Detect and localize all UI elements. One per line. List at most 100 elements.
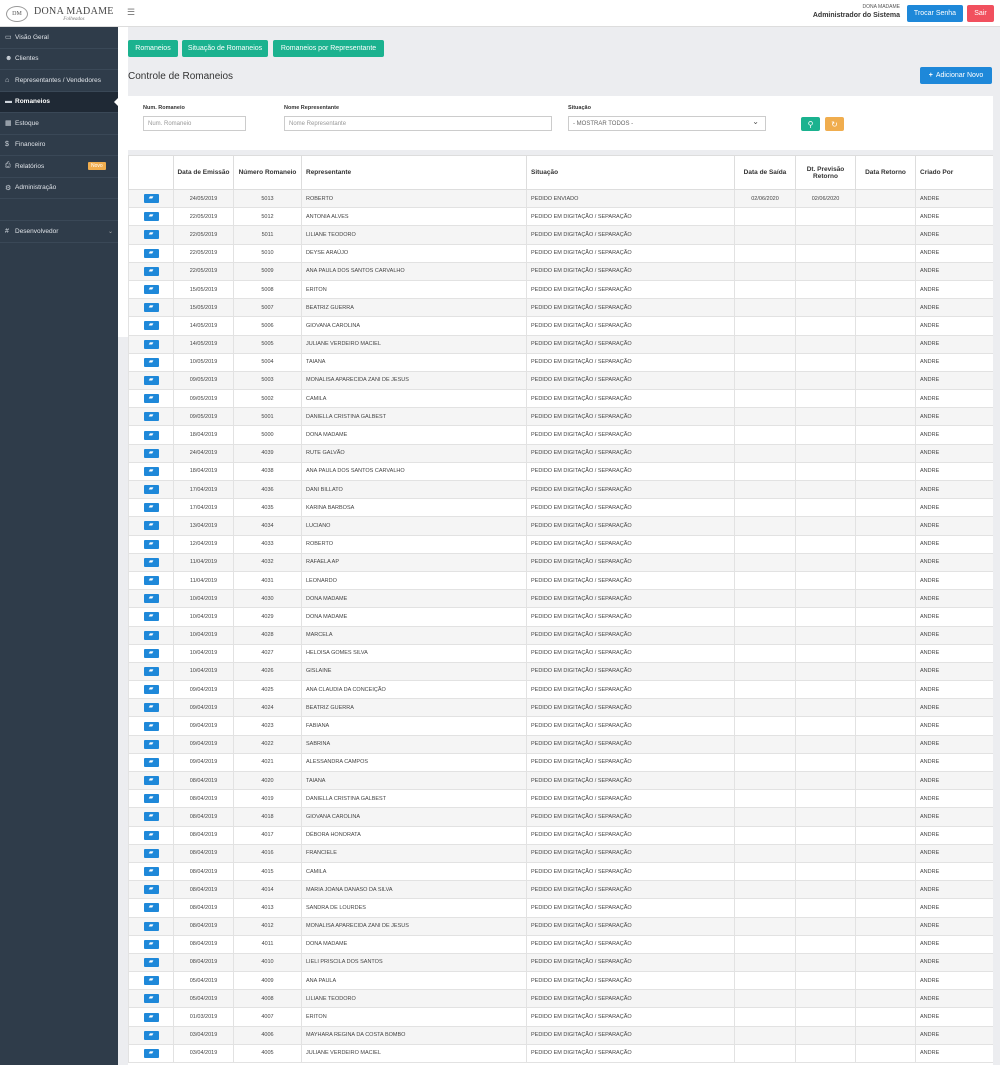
- col-data-emissao[interactable]: Data de Emissão: [173, 155, 234, 190]
- col-numero-romaneio[interactable]: Número Romaneio: [233, 155, 302, 190]
- open-romaneio-button[interactable]: ▰: [143, 1012, 159, 1022]
- open-romaneio-button[interactable]: ▰: [143, 212, 159, 222]
- cell-data-emissao: 09/04/2019: [173, 752, 234, 773]
- cell-data-retorno: [855, 698, 916, 718]
- open-romaneio-button[interactable]: ▰: [143, 612, 159, 622]
- open-romaneio-button[interactable]: ▰: [143, 557, 159, 567]
- col-criado-por[interactable]: Criado Por: [915, 155, 993, 190]
- table-row: ▰ 08/04/2019 4014 MARIA JOANA DANASO DA SIL…: [128, 880, 993, 900]
- open-romaneio-button[interactable]: ▰: [143, 448, 159, 458]
- table-row: ▰ 24/04/2019 4039 RUTE GALVÃO PEDIDO EM DIGI…: [128, 443, 993, 463]
- tab-romaneios[interactable]: Romaneios: [128, 40, 178, 57]
- sidebar-item-administracao[interactable]: ⚙ Administração: [0, 178, 118, 199]
- cell-previsao-retorno: [795, 1043, 856, 1064]
- open-romaneio-button[interactable]: ▰: [143, 867, 159, 877]
- open-romaneio-button[interactable]: ▰: [143, 885, 159, 895]
- cell-previsao-retorno: [795, 934, 856, 954]
- cell-data-retorno: [855, 734, 916, 754]
- sidebar-item-estoque[interactable]: ▦ Estoque: [0, 113, 118, 135]
- open-romaneio-button[interactable]: ▰: [143, 630, 159, 640]
- open-romaneio-button[interactable]: ▰: [143, 1048, 159, 1058]
- open-romaneio-button[interactable]: ▰: [143, 976, 159, 986]
- open-romaneio-button[interactable]: ▰: [143, 539, 159, 549]
- open-romaneio-button[interactable]: ▰: [143, 812, 159, 822]
- col-data-saida[interactable]: Data de Saída: [734, 155, 796, 190]
- open-romaneio-button[interactable]: ▰: [143, 503, 159, 513]
- cell-actions: ▰: [128, 352, 174, 372]
- open-romaneio-button[interactable]: ▰: [143, 321, 159, 331]
- status-select[interactable]: - MOSTRAR TODOS -: [568, 116, 766, 131]
- cell-criado-por: ANDRE: [915, 789, 993, 809]
- search-button[interactable]: ⚲: [801, 117, 820, 131]
- col-representante[interactable]: Representante: [301, 155, 527, 190]
- hamburger-icon[interactable]: ☰: [127, 7, 135, 18]
- refresh-button[interactable]: ↻: [825, 117, 844, 131]
- open-romaneio-button[interactable]: ▰: [143, 994, 159, 1004]
- sidebar-item-clientes[interactable]: ☻ Clientes: [0, 49, 118, 70]
- sidebar-item-desenvolvedor[interactable]: # Desenvolvedor ⌄: [0, 221, 118, 243]
- open-romaneio-button[interactable]: ▰: [143, 230, 159, 240]
- open-romaneio-button[interactable]: ▰: [143, 1030, 159, 1040]
- col-data-retorno[interactable]: Data Retorno: [855, 155, 916, 190]
- tab-situacao-romaneios[interactable]: Situação de Romaneios: [182, 40, 268, 57]
- open-romaneio-button[interactable]: ▰: [143, 375, 159, 385]
- logo[interactable]: DM DONA MADAME Folheados: [0, 0, 118, 27]
- open-romaneio-button[interactable]: ▰: [143, 830, 159, 840]
- cell-situacao: PEDIDO EM DIGITAÇÃO / SEPARAÇÃO: [526, 298, 735, 318]
- rep-name-input[interactable]: Nome Representante: [284, 116, 552, 131]
- open-romaneio-button[interactable]: ▰: [143, 721, 159, 731]
- open-romaneio-button[interactable]: ▰: [143, 339, 159, 349]
- open-romaneio-button[interactable]: ▰: [143, 357, 159, 367]
- cell-actions: ▰: [128, 1007, 174, 1027]
- open-romaneio-button[interactable]: ▰: [143, 466, 159, 476]
- open-romaneio-button[interactable]: ▰: [143, 412, 159, 422]
- cell-previsao-retorno: [795, 334, 856, 354]
- open-romaneio-button[interactable]: ▰: [143, 303, 159, 313]
- open-romaneio-button[interactable]: ▰: [143, 594, 159, 604]
- open-romaneio-button[interactable]: ▰: [143, 666, 159, 676]
- sidebar-item-representantes[interactable]: ⌂ Representantes / Vendedores: [0, 70, 118, 92]
- open-romaneio-button[interactable]: ▰: [143, 285, 159, 295]
- sidebar-item-romaneios[interactable]: ▬ Romaneios: [0, 91, 118, 113]
- open-romaneio-button[interactable]: ▰: [143, 576, 159, 586]
- tab-romaneios-por-representante[interactable]: Romaneios por Representante: [273, 40, 384, 57]
- cell-numero: 4014: [233, 880, 302, 900]
- folder-open-icon: ▰: [148, 1031, 154, 1038]
- open-romaneio-button[interactable]: ▰: [143, 957, 159, 967]
- open-romaneio-button[interactable]: ▰: [143, 485, 159, 495]
- col-situacao[interactable]: Situação: [526, 155, 735, 190]
- open-romaneio-button[interactable]: ▰: [143, 685, 159, 695]
- sidebar-item-relatorios[interactable]: ⎙ Relatórios Novo: [0, 156, 118, 178]
- change-password-button[interactable]: Trocar Senha: [907, 5, 963, 22]
- sidebar-item-visao-geral[interactable]: ▭ Visão Geral: [0, 27, 118, 49]
- open-romaneio-button[interactable]: ▰: [143, 248, 159, 258]
- open-romaneio-button[interactable]: ▰: [143, 921, 159, 931]
- open-romaneio-button[interactable]: ▰: [143, 703, 159, 713]
- num-romaneio-input[interactable]: Num. Romaneio: [143, 116, 246, 131]
- open-romaneio-button[interactable]: ▰: [143, 266, 159, 276]
- logout-button[interactable]: Sair: [967, 5, 994, 22]
- open-romaneio-button[interactable]: ▰: [143, 757, 159, 767]
- cell-data-emissao: 22/05/2019: [173, 243, 234, 263]
- open-romaneio-button[interactable]: ▰: [143, 648, 159, 658]
- open-romaneio-button[interactable]: ▰: [143, 939, 159, 949]
- open-romaneio-button[interactable]: ▰: [143, 394, 159, 404]
- open-romaneio-button[interactable]: ▰: [143, 903, 159, 913]
- open-romaneio-button[interactable]: ▰: [143, 430, 159, 440]
- open-romaneio-button[interactable]: ▰: [143, 194, 159, 204]
- cell-actions: ▰: [128, 661, 174, 682]
- sidebar-item-financeiro[interactable]: $ Financeiro: [0, 135, 118, 156]
- add-new-label: Adicionar Novo: [935, 72, 984, 79]
- cell-numero: 4036: [233, 479, 302, 500]
- open-romaneio-button[interactable]: ▰: [143, 521, 159, 531]
- col-previsao-retorno[interactable]: Dt. Previsão Retorno: [795, 155, 856, 190]
- folder-open-icon: ▰: [148, 322, 154, 329]
- cell-numero: 4033: [233, 534, 302, 554]
- open-romaneio-button[interactable]: ▰: [143, 776, 159, 786]
- open-romaneio-button[interactable]: ▰: [143, 794, 159, 804]
- add-new-button[interactable]: + Adicionar Novo: [920, 67, 992, 84]
- open-romaneio-button[interactable]: ▰: [143, 848, 159, 858]
- table-row: ▰ 22/05/2019 5009 ANA PAULA DOS SANTOS CARV…: [128, 261, 993, 281]
- cell-representante: LILIANE TEODORO: [301, 225, 527, 245]
- open-romaneio-button[interactable]: ▰: [143, 739, 159, 749]
